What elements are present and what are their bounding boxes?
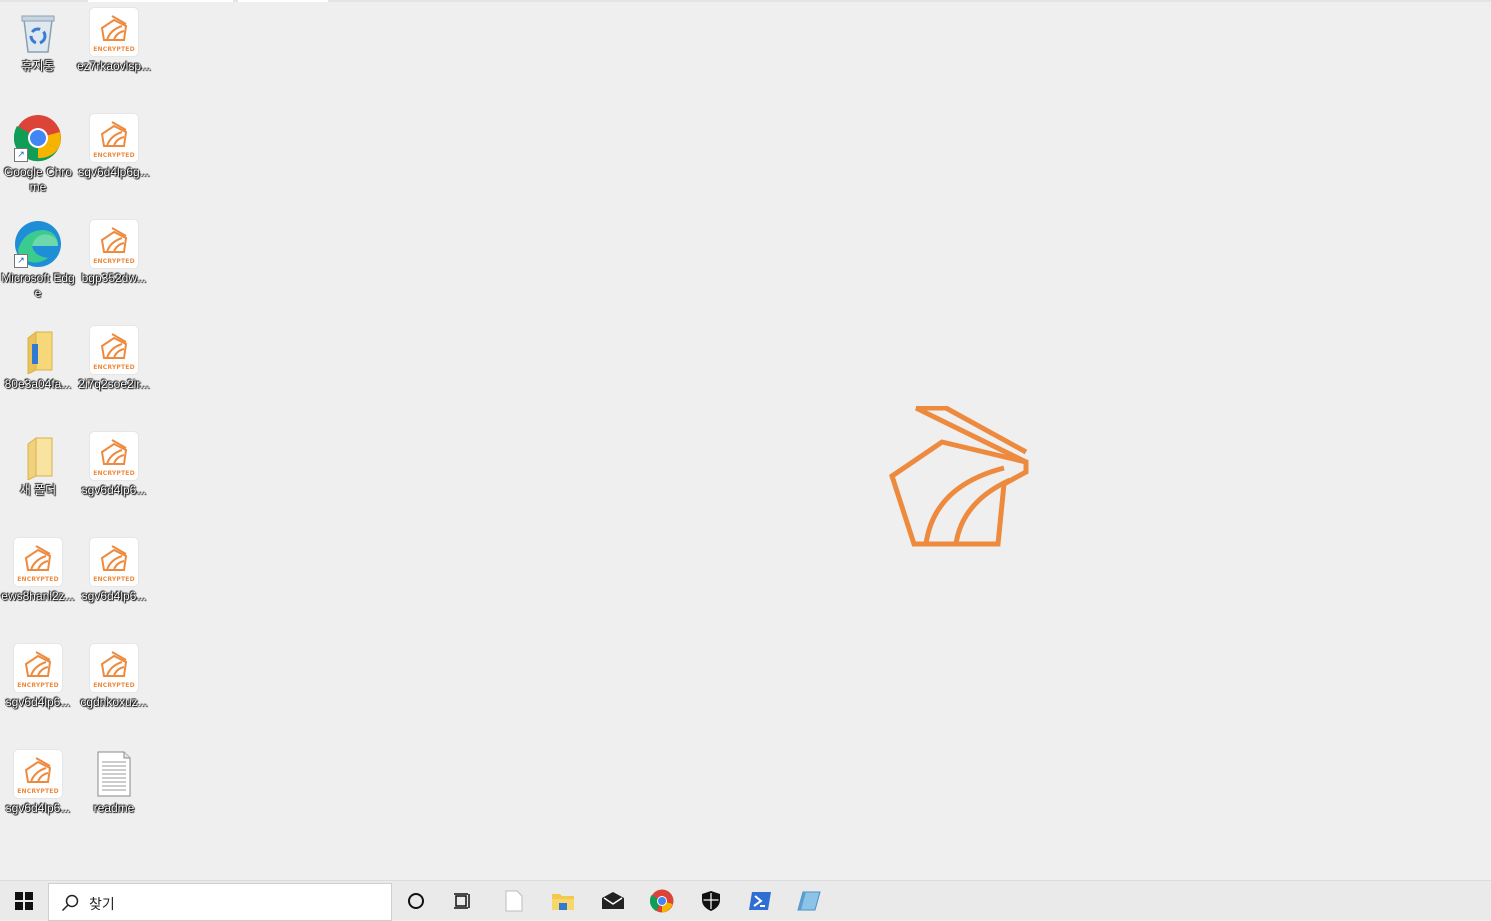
desktop-icon-new-folder[interactable]: 새 폴더 — [0, 424, 76, 524]
task-view-icon — [454, 893, 470, 909]
desktop-icon-label: sgv6d4lp6... — [81, 483, 147, 497]
desktop-icon-label: cgdnkoxuz... — [80, 695, 148, 709]
encrypted-file-icon: ENCRYPTED — [90, 8, 138, 56]
task-view-button[interactable] — [440, 881, 488, 921]
encrypted-file-icon: ENCRYPTED — [90, 538, 138, 586]
powershell-icon — [749, 892, 771, 910]
encrypted-badge: ENCRYPTED — [93, 576, 135, 583]
blue-tile-icon — [797, 891, 821, 911]
desktop-icon-label: sgv6d4lp6... — [5, 695, 71, 709]
desktop-icon-label: sgv6d4lp6... — [81, 589, 147, 603]
encrypted-badge: ENCRYPTED — [93, 152, 135, 159]
desktop-icon-label: bgp352dw... — [81, 271, 147, 285]
taskbar-search-box[interactable]: 찾기 — [48, 883, 392, 921]
recycle-bin-icon — [14, 8, 62, 56]
desktop-icon-label: ez7rkaovlsp... — [76, 59, 152, 73]
shortcut-arrow-icon: ↗ — [14, 254, 28, 268]
desktop-icon-encrypted-file[interactable]: ENCRYPTED cgdnkoxuz... — [76, 636, 152, 736]
desktop-icon-encrypted-file[interactable]: ENCRYPTED sgv6d4lp6... — [0, 742, 76, 842]
encrypted-file-icon: ENCRYPTED — [90, 326, 138, 374]
desktop-icon-label: 새 폴더 — [19, 483, 57, 497]
cortana-button[interactable] — [392, 881, 440, 921]
encrypted-badge: ENCRYPTED — [93, 258, 135, 265]
start-button[interactable] — [0, 881, 48, 921]
shortcut-arrow-icon: ↗ — [14, 148, 28, 162]
encrypted-badge: ENCRYPTED — [93, 364, 135, 371]
folder-icon — [14, 432, 62, 481]
circle-icon — [408, 893, 424, 909]
windows-logo-icon — [15, 892, 33, 910]
desktop-icon-readme[interactable]: readme — [76, 742, 152, 842]
desktop-icon-label: 2i7q2soe2ir... — [78, 377, 150, 391]
encrypted-badge: ENCRYPTED — [17, 788, 59, 795]
desktop-icon-microsoft-edge[interactable]: ↗ Microsoft Edge — [0, 212, 76, 312]
desktop-icon-label: Microsoft Edge — [1, 271, 75, 300]
desktop-icon-folder[interactable]: 80e3a04fa... — [0, 318, 76, 418]
encrypted-badge: ENCRYPTED — [93, 46, 135, 53]
encrypted-badge: ENCRYPTED — [17, 682, 59, 689]
folder-icon — [552, 894, 574, 910]
desktop-icon-label: Google Chrome — [3, 165, 73, 194]
encrypted-badge: ENCRYPTED — [93, 470, 135, 477]
desktop: 휴지통 ENCRYPTED ez7rkaovlsp... ↗ Google Ch… — [0, 0, 1491, 880]
shield-icon — [702, 891, 720, 911]
desktop-icon-label: sgv6d4lp6g... — [78, 165, 150, 179]
envelope-icon — [602, 892, 624, 909]
desktop-icon-label: 휴지통 — [21, 59, 55, 73]
desktop-icon-encrypted-file[interactable]: ENCRYPTED sgv6d4lp6... — [0, 636, 76, 736]
chrome-icon: ↗ — [13, 114, 62, 162]
security-button[interactable] — [687, 881, 735, 921]
folder-icon — [14, 326, 62, 375]
powershell-button[interactable] — [736, 881, 784, 921]
desktop-icon-google-chrome[interactable]: ↗ Google Chrome — [0, 106, 76, 206]
encrypted-file-icon: ENCRYPTED — [90, 114, 138, 162]
desktop-icon-label: ews8hanl2z... — [1, 589, 75, 603]
desktop-icon-encrypted-file[interactable]: ENCRYPTED ews8hanl2z... — [0, 530, 76, 630]
search-placeholder: 찾기 — [89, 896, 115, 912]
edge-icon: ↗ — [14, 220, 62, 268]
desktop-icon-encrypted-file[interactable]: ENCRYPTED sgv6d4lp6g... — [76, 106, 152, 206]
desktop-icon-label: sgv6d4lp6... — [5, 801, 71, 815]
encrypted-file-icon: ENCRYPTED — [14, 538, 62, 586]
chrome-button[interactable] — [638, 881, 686, 921]
notepad-button[interactable] — [490, 881, 538, 921]
encrypted-file-icon: ENCRYPTED — [90, 644, 138, 692]
chrome-icon — [650, 889, 674, 913]
encrypted-badge: ENCRYPTED — [17, 576, 59, 583]
desktop-icon-recycle-bin[interactable]: 휴지통 — [0, 0, 76, 100]
desktop-icon-label: readme — [93, 801, 135, 815]
desktop-icon-encrypted-file[interactable]: ENCRYPTED sgv6d4lp6... — [76, 530, 152, 630]
encrypted-file-icon: ENCRYPTED — [14, 750, 62, 798]
desktop-icon-encrypted-file[interactable]: ENCRYPTED 2i7q2soe2ir... — [76, 318, 152, 418]
ransomware-logo-icon — [886, 405, 1032, 550]
desktop-icon-encrypted-file[interactable]: ENCRYPTED sgv6d4lp6... — [76, 424, 152, 524]
app-button[interactable] — [785, 881, 833, 921]
encrypted-file-icon: ENCRYPTED — [90, 432, 138, 480]
taskbar: 찾기 — [0, 880, 1491, 921]
blank-page-icon — [505, 890, 523, 912]
encrypted-file-icon: ENCRYPTED — [90, 220, 138, 268]
file-explorer-button[interactable] — [539, 881, 587, 921]
encrypted-badge: ENCRYPTED — [93, 682, 135, 689]
desktop-icon-encrypted-file[interactable]: ENCRYPTED bgp352dw... — [76, 212, 152, 312]
text-file-icon — [90, 750, 138, 798]
encrypted-file-icon: ENCRYPTED — [14, 644, 62, 692]
desktop-icon-encrypted-file[interactable]: ENCRYPTED ez7rkaovlsp... — [76, 0, 152, 100]
mail-button[interactable] — [589, 881, 637, 921]
search-icon — [61, 894, 79, 912]
desktop-icon-label: 80e3a04fa... — [4, 377, 72, 391]
